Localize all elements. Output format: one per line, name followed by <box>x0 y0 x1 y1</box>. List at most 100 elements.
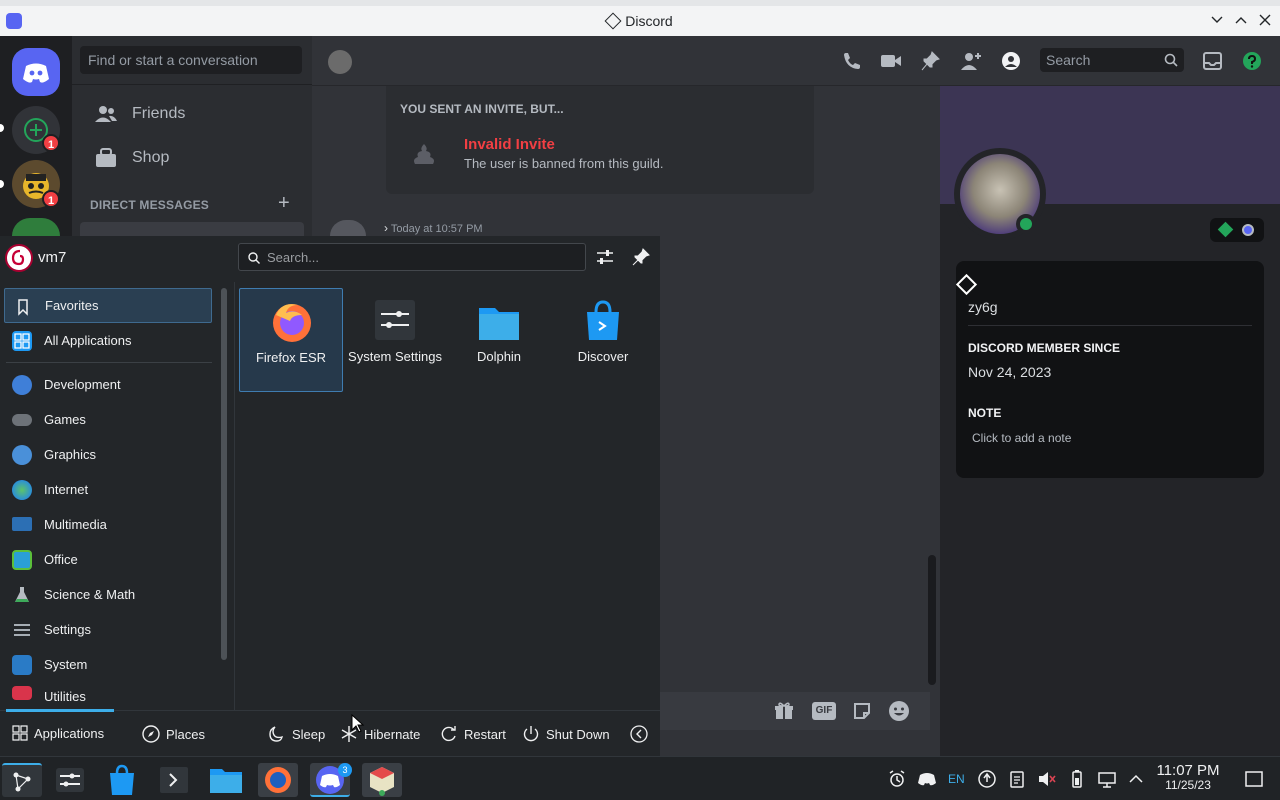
restart-button[interactable]: Restart <box>440 725 506 743</box>
find-conversation-input[interactable]: Find or start a conversation <box>80 46 302 74</box>
dolphin-taskbar-icon[interactable] <box>206 763 246 797</box>
terminal-taskbar-icon[interactable] <box>154 763 194 797</box>
launcher-search-input[interactable]: Search... <box>238 243 586 271</box>
invite-embed: YOU SENT AN INVITE, BUT... Invalid Invit… <box>386 86 814 194</box>
virtualbox-taskbar-icon[interactable] <box>362 763 402 797</box>
system-settings-taskbar-icon[interactable] <box>50 763 90 797</box>
category-graphics[interactable]: Graphics <box>4 437 212 472</box>
grid-icon <box>12 331 32 351</box>
message-avatar[interactable] <box>330 220 366 236</box>
chat-search-input[interactable]: Search <box>1040 48 1184 72</box>
voice-call-icon[interactable] <box>840 51 862 71</box>
clipboard-tray-icon[interactable] <box>1007 769 1027 789</box>
applications-tab[interactable]: Applications <box>12 725 104 741</box>
close-button[interactable] <box>1258 13 1272 27</box>
sleep-icon <box>268 725 286 743</box>
compass-icon <box>142 725 160 743</box>
category-multimedia[interactable]: Multimedia <box>4 507 212 542</box>
inbox-icon[interactable] <box>1202 51 1224 71</box>
category-office[interactable]: Office <box>4 542 212 577</box>
message-composer[interactable]: GIF <box>660 692 930 730</box>
sleep-button[interactable]: Sleep <box>268 725 325 743</box>
battery-icon[interactable] <box>1067 769 1087 789</box>
shutdown-button[interactable]: Shut Down <box>522 725 610 743</box>
category-system[interactable]: System <box>4 647 212 682</box>
category-development[interactable]: Development <box>4 367 212 402</box>
restart-label: Restart <box>464 726 506 742</box>
category-all-applications[interactable]: All Applications <box>4 323 212 358</box>
maximize-button[interactable] <box>1234 13 1248 27</box>
gif-button[interactable]: GIF <box>812 702 836 720</box>
unread-indicator <box>0 124 4 132</box>
search-icon <box>248 252 260 264</box>
system-icon <box>12 655 32 675</box>
pin-icon[interactable] <box>632 248 650 266</box>
video-call-icon[interactable] <box>880 51 902 71</box>
shop-nav-item[interactable]: Shop <box>80 138 304 178</box>
leave-more-button[interactable] <box>630 725 648 743</box>
firefox-icon <box>268 299 316 343</box>
server-icon[interactable] <box>12 218 60 236</box>
grid-icon <box>12 725 28 741</box>
category-label: Office <box>44 552 78 567</box>
shop-label: Shop <box>132 149 170 166</box>
network-icon[interactable] <box>1097 769 1117 789</box>
dm-avatar[interactable] <box>328 50 352 74</box>
sticker-icon[interactable] <box>852 701 872 721</box>
category-label: Internet <box>44 482 89 497</box>
places-tab[interactable]: Places <box>142 725 205 743</box>
note-label: NOTE <box>968 406 1002 420</box>
add-friend-icon[interactable] <box>960 51 982 71</box>
user-profile-icon[interactable] <box>1000 51 1022 71</box>
volume-muted-icon[interactable] <box>1037 769 1057 789</box>
home-button[interactable] <box>12 48 60 96</box>
invalid-invite-icon <box>410 140 438 168</box>
minimize-button[interactable] <box>1210 13 1224 27</box>
app-dolphin[interactable]: Dolphin <box>447 288 551 392</box>
gift-icon[interactable] <box>774 701 794 721</box>
chat-scrollbar[interactable] <box>928 555 936 685</box>
category-games[interactable]: Games <box>4 402 212 437</box>
category-internet[interactable]: Internet <box>4 472 212 507</box>
category-settings[interactable]: Settings <box>4 612 212 647</box>
dm-list-item[interactable] <box>80 222 304 236</box>
notifications-tray-icon[interactable] <box>887 769 907 789</box>
category-scrollbar[interactable] <box>221 288 227 660</box>
unread-indicator <box>0 180 4 188</box>
category-science-math[interactable]: Science & Math <box>4 577 212 612</box>
discover-taskbar-icon[interactable] <box>102 763 142 797</box>
user-avatar[interactable] <box>5 244 33 272</box>
sleep-label: Sleep <box>292 726 326 742</box>
friends-nav-item[interactable]: Friends <box>80 94 304 134</box>
note-input[interactable]: Click to add a note <box>972 431 1071 445</box>
invite-heading: YOU SENT AN INVITE, BUT... <box>400 102 564 116</box>
keyboard-layout-indicator[interactable]: EN <box>948 772 968 792</box>
application-launcher-button[interactable] <box>2 763 42 797</box>
search-icon <box>1164 53 1178 67</box>
pin-icon[interactable] <box>920 51 942 71</box>
clock-time: 11:07 PM <box>1156 762 1220 779</box>
application-launcher: vm7 Search... Favorites All Applications… <box>0 236 660 756</box>
clock[interactable]: 11:07 PM 11/25/23 <box>1150 762 1226 792</box>
configure-icon[interactable] <box>596 248 614 266</box>
tray-expand-icon[interactable] <box>1126 769 1146 789</box>
category-favorites[interactable]: Favorites <box>4 288 212 323</box>
gamepad-icon <box>12 414 32 426</box>
firefox-taskbar-icon[interactable] <box>258 763 298 797</box>
show-desktop-icon[interactable] <box>1244 769 1264 789</box>
category-utilities[interactable]: Utilities <box>4 682 212 710</box>
update-tray-icon[interactable] <box>977 769 997 789</box>
invite-subtitle: The user is banned from this guild. <box>464 156 664 171</box>
globe-icon <box>12 480 32 500</box>
discord-tray-icon[interactable] <box>917 769 937 789</box>
help-icon[interactable] <box>1242 51 1264 71</box>
emoji-icon[interactable] <box>888 700 910 722</box>
direct-messages-heading: DIRECT MESSAGES <box>90 198 210 212</box>
system-settings-icon <box>371 298 419 342</box>
app-firefox-esr[interactable]: Firefox ESR <box>239 288 343 392</box>
app-system-settings[interactable]: System Settings <box>343 288 447 392</box>
category-label: All Applications <box>44 333 132 348</box>
app-discover[interactable]: Discover <box>551 288 655 392</box>
create-dm-button[interactable]: + <box>278 192 290 215</box>
shutdown-label: Shut Down <box>546 726 610 742</box>
